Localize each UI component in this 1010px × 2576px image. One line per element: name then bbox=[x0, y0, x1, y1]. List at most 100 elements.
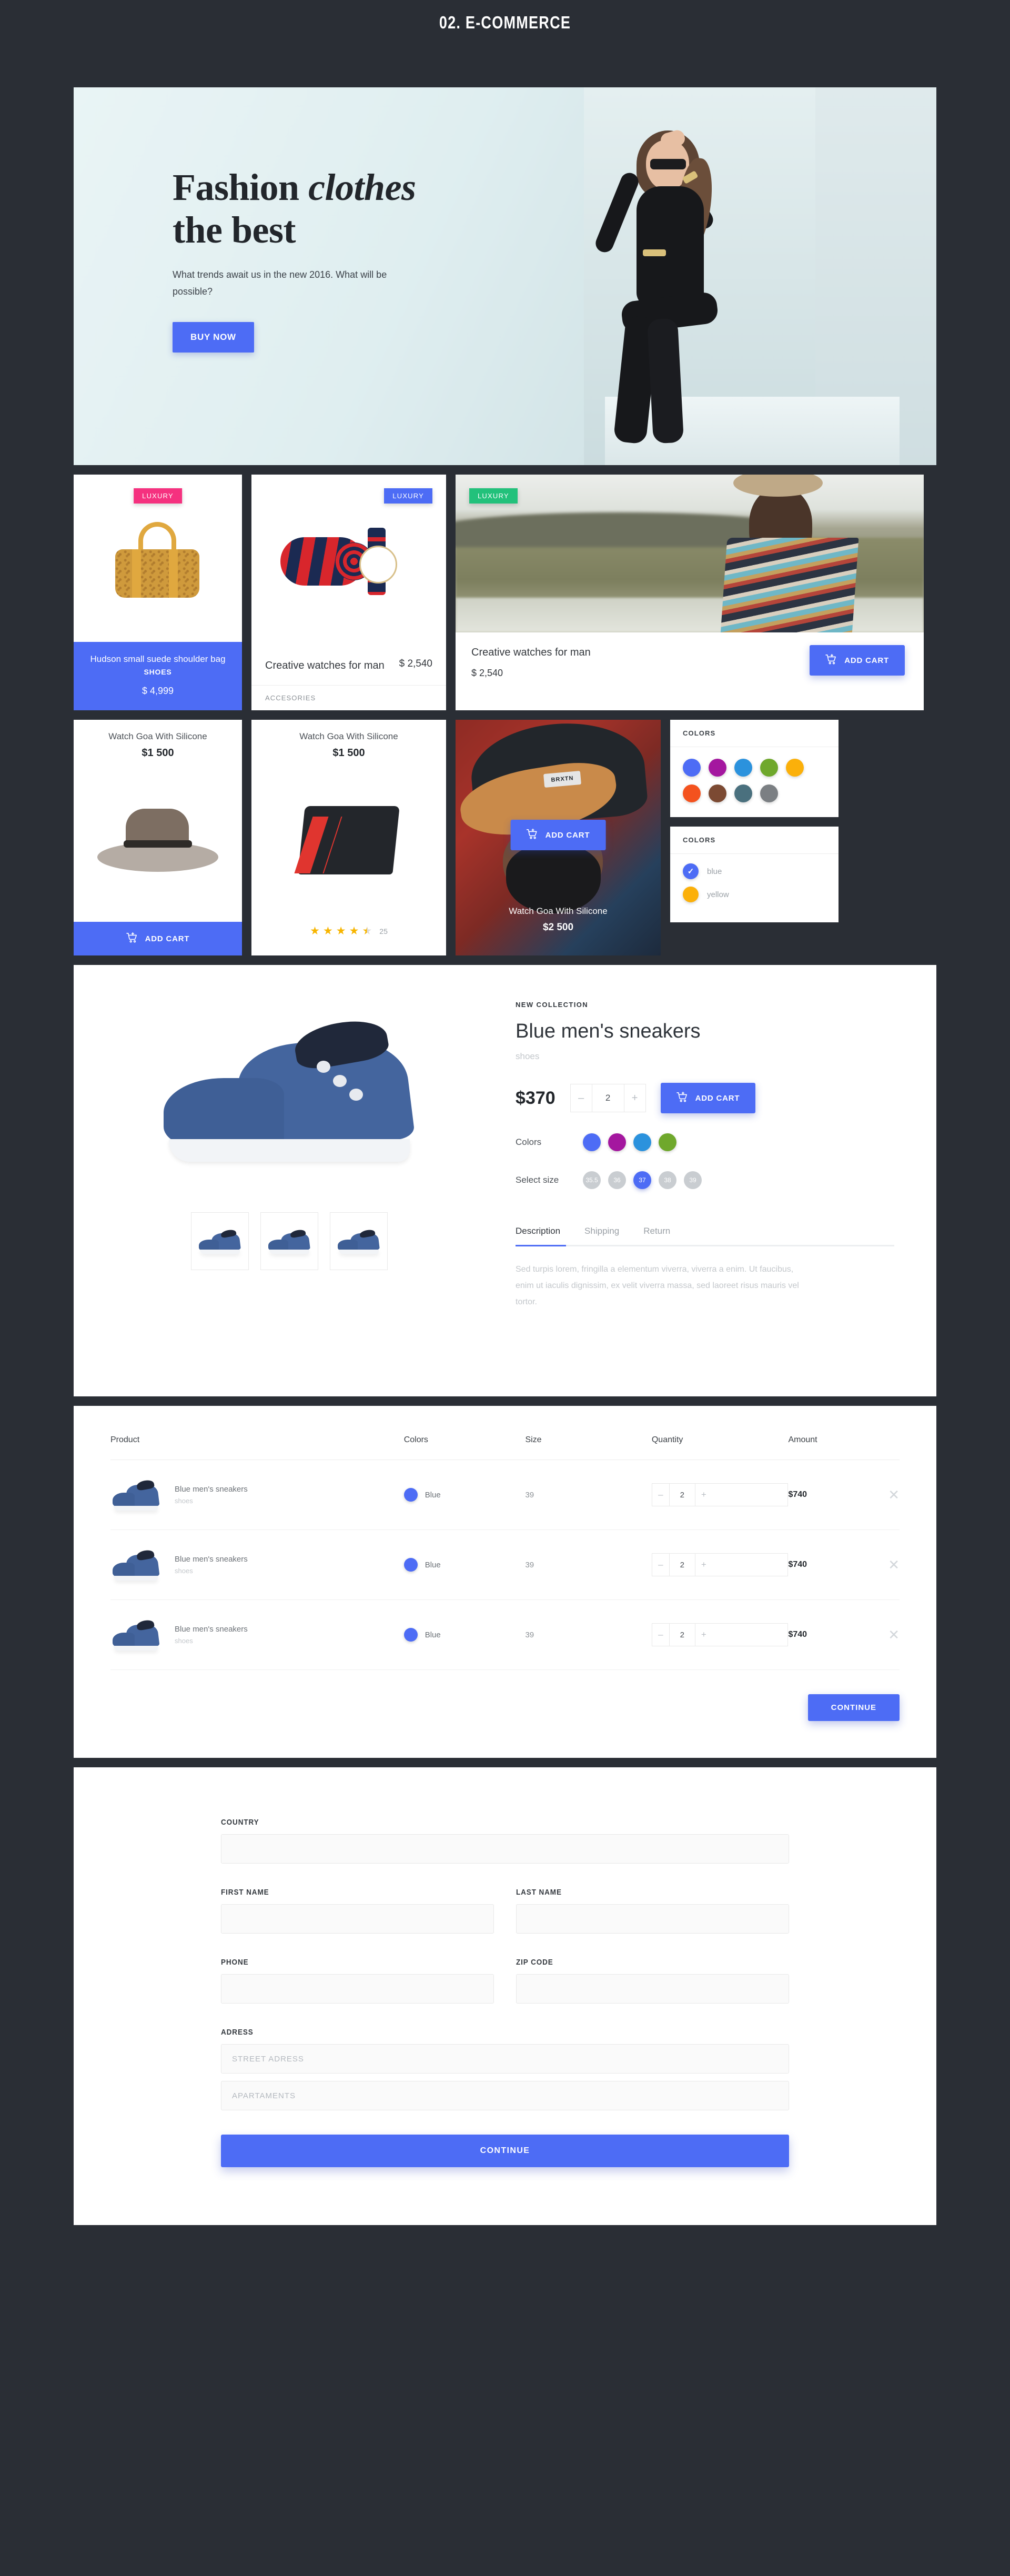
star-rating[interactable]: ★ ★ ★ ★ ★ 25 bbox=[251, 925, 446, 955]
buy-now-button[interactable]: BUY NOW bbox=[173, 322, 254, 353]
size-selector-row: Select size 35.5 36 37 38 39 bbox=[516, 1171, 894, 1189]
product-card-footer: Hudson small suede shoulder bag SHOES $ … bbox=[74, 642, 242, 710]
product-thumbnail[interactable] bbox=[191, 1212, 249, 1270]
cart-footer: CONTINUE bbox=[110, 1694, 900, 1721]
street-address-field[interactable] bbox=[221, 2044, 789, 2074]
column-header-size: Size bbox=[525, 1435, 542, 1444]
zip-code-field[interactable] bbox=[516, 1974, 789, 2004]
product-card-watch[interactable]: LUXURY Creative watches for man $ 2,540 … bbox=[251, 475, 446, 710]
size-options: 35.5 36 37 38 39 bbox=[583, 1171, 702, 1189]
product-card-cap[interactable]: BRXTN ADD CART Watch Goa With Silicone $… bbox=[456, 720, 661, 955]
product-thumbnail[interactable] bbox=[330, 1212, 388, 1270]
first-name-field-group: FIRST NAME bbox=[221, 1888, 494, 1934]
colors-panel-title: COLORS bbox=[670, 720, 839, 747]
color-swatch[interactable] bbox=[633, 1133, 651, 1151]
tab-shipping[interactable]: Shipping bbox=[584, 1226, 619, 1245]
quantity-value[interactable]: 2 bbox=[669, 1624, 695, 1646]
size-option[interactable]: 35.5 bbox=[583, 1171, 601, 1189]
colors-label: Colors bbox=[516, 1137, 542, 1147]
add-cart-button[interactable]: ADD CART bbox=[510, 820, 606, 850]
quantity-increment-button[interactable]: + bbox=[624, 1084, 645, 1112]
remove-item-icon[interactable]: ✕ bbox=[888, 1627, 900, 1643]
cart-product-name: Blue men's sneakers bbox=[175, 1555, 248, 1564]
size-option[interactable]: 39 bbox=[684, 1171, 702, 1189]
tab-description[interactable]: Description bbox=[516, 1226, 560, 1245]
add-cart-label: ADD CART bbox=[695, 1093, 740, 1103]
add-cart-button[interactable]: ADD CART bbox=[810, 645, 905, 676]
checkout-continue-button[interactable]: CONTINUE bbox=[221, 2135, 789, 2167]
cart-plus-icon bbox=[526, 828, 538, 841]
cart-size-value: 39 bbox=[525, 1630, 534, 1639]
color-swatch[interactable] bbox=[760, 759, 778, 777]
color-option-yellow[interactable]: yellow bbox=[683, 887, 826, 902]
zip-field-group: ZIP CODE bbox=[516, 1958, 789, 2004]
cart-continue-button[interactable]: CONTINUE bbox=[807, 1694, 900, 1721]
color-swatch[interactable] bbox=[608, 1133, 626, 1151]
remove-item-icon[interactable]: ✕ bbox=[888, 1487, 900, 1503]
quantity-stepper[interactable]: – 2 + bbox=[651, 1623, 789, 1646]
tab-return[interactable]: Return bbox=[643, 1226, 670, 1245]
first-name-field[interactable] bbox=[221, 1904, 494, 1934]
size-option-selected[interactable]: 37 bbox=[633, 1171, 651, 1189]
quantity-decrement-button[interactable]: – bbox=[652, 1484, 669, 1506]
product-card-landscape[interactable]: LUXURY Creative watches for man $ 2,540 bbox=[456, 475, 924, 710]
quantity-decrement-button[interactable]: – bbox=[652, 1624, 669, 1646]
color-swatch[interactable] bbox=[709, 784, 726, 802]
product-image-landscape bbox=[456, 475, 924, 632]
quantity-increment-button[interactable]: + bbox=[695, 1484, 712, 1506]
product-thumbnail[interactable] bbox=[260, 1212, 318, 1270]
cart-color-cell: Blue bbox=[403, 1488, 526, 1502]
quantity-stepper[interactable]: – 2 + bbox=[651, 1483, 789, 1506]
cart-color-label: Blue bbox=[425, 1630, 441, 1639]
quantity-decrement-button[interactable]: – bbox=[652, 1554, 669, 1576]
cart-quantity-cell: – 2 + bbox=[651, 1623, 789, 1646]
color-option-blue[interactable]: ✓ blue bbox=[683, 863, 826, 879]
cart-amount-value: $740 bbox=[788, 1630, 807, 1639]
colors-panel-title: COLORS bbox=[670, 827, 839, 854]
color-dot: ✓ bbox=[683, 863, 699, 879]
product-card-hat[interactable]: Watch Goa With Silicone $1 500 ADD CART bbox=[74, 720, 242, 955]
quantity-decrement-button[interactable]: – bbox=[571, 1084, 592, 1112]
add-cart-button[interactable]: ADD CART bbox=[74, 922, 242, 955]
color-swatch[interactable] bbox=[683, 784, 701, 802]
product-name: Watch Goa With Silicone bbox=[108, 731, 207, 741]
size-option[interactable]: 36 bbox=[608, 1171, 626, 1189]
country-field[interactable] bbox=[221, 1834, 789, 1864]
cart-quantity-cell: – 2 + bbox=[651, 1553, 789, 1576]
last-name-field[interactable] bbox=[516, 1904, 789, 1934]
product-card-bag[interactable]: LUXURY Hudson small suede shoulder bag S… bbox=[74, 475, 242, 710]
remove-item-icon[interactable]: ✕ bbox=[888, 1557, 900, 1573]
product-card-shorts[interactable]: Watch Goa With Silicone $1 500 ★ ★ ★ ★ ★… bbox=[251, 720, 446, 955]
country-label: COUNTRY bbox=[221, 1818, 259, 1827]
phone-field[interactable] bbox=[221, 1974, 494, 2004]
quantity-stepper[interactable]: – 2 + bbox=[570, 1084, 646, 1112]
product-collection-label: NEW COLLECTION bbox=[516, 1001, 589, 1009]
quantity-increment-button[interactable]: + bbox=[695, 1554, 712, 1576]
color-swatch[interactable] bbox=[583, 1133, 601, 1151]
product-price: $1 500 bbox=[142, 747, 174, 759]
quantity-increment-button[interactable]: + bbox=[695, 1624, 712, 1646]
cart-product-thumbnail bbox=[110, 1546, 161, 1584]
quantity-stepper[interactable]: – 2 + bbox=[651, 1553, 789, 1576]
add-cart-label: ADD CART bbox=[844, 656, 889, 665]
contact-field-row: PHONE ZIP CODE bbox=[221, 1958, 789, 2004]
color-swatch[interactable] bbox=[734, 759, 752, 777]
color-swatch[interactable] bbox=[786, 759, 804, 777]
size-option[interactable]: 38 bbox=[659, 1171, 676, 1189]
quantity-value[interactable]: 2 bbox=[669, 1554, 695, 1576]
phone-label: PHONE bbox=[221, 1958, 249, 1967]
cart-product-cell: Blue men's sneakers shoes bbox=[110, 1476, 404, 1514]
color-swatch[interactable] bbox=[659, 1133, 676, 1151]
size-label: Select size bbox=[516, 1175, 559, 1185]
quantity-value[interactable]: 2 bbox=[669, 1484, 695, 1506]
cart-product-category: shoes bbox=[175, 1637, 193, 1645]
color-swatch[interactable] bbox=[683, 759, 701, 777]
apartments-field[interactable] bbox=[221, 2081, 789, 2110]
quantity-value[interactable]: 2 bbox=[591, 1084, 624, 1112]
cart-product-thumbnail bbox=[110, 1476, 161, 1514]
color-swatch[interactable] bbox=[734, 784, 752, 802]
add-cart-button[interactable]: ADD CART bbox=[660, 1083, 756, 1113]
name-field-row: FIRST NAME LAST NAME bbox=[221, 1888, 789, 1934]
color-swatch[interactable] bbox=[760, 784, 778, 802]
color-swatch[interactable] bbox=[709, 759, 726, 777]
